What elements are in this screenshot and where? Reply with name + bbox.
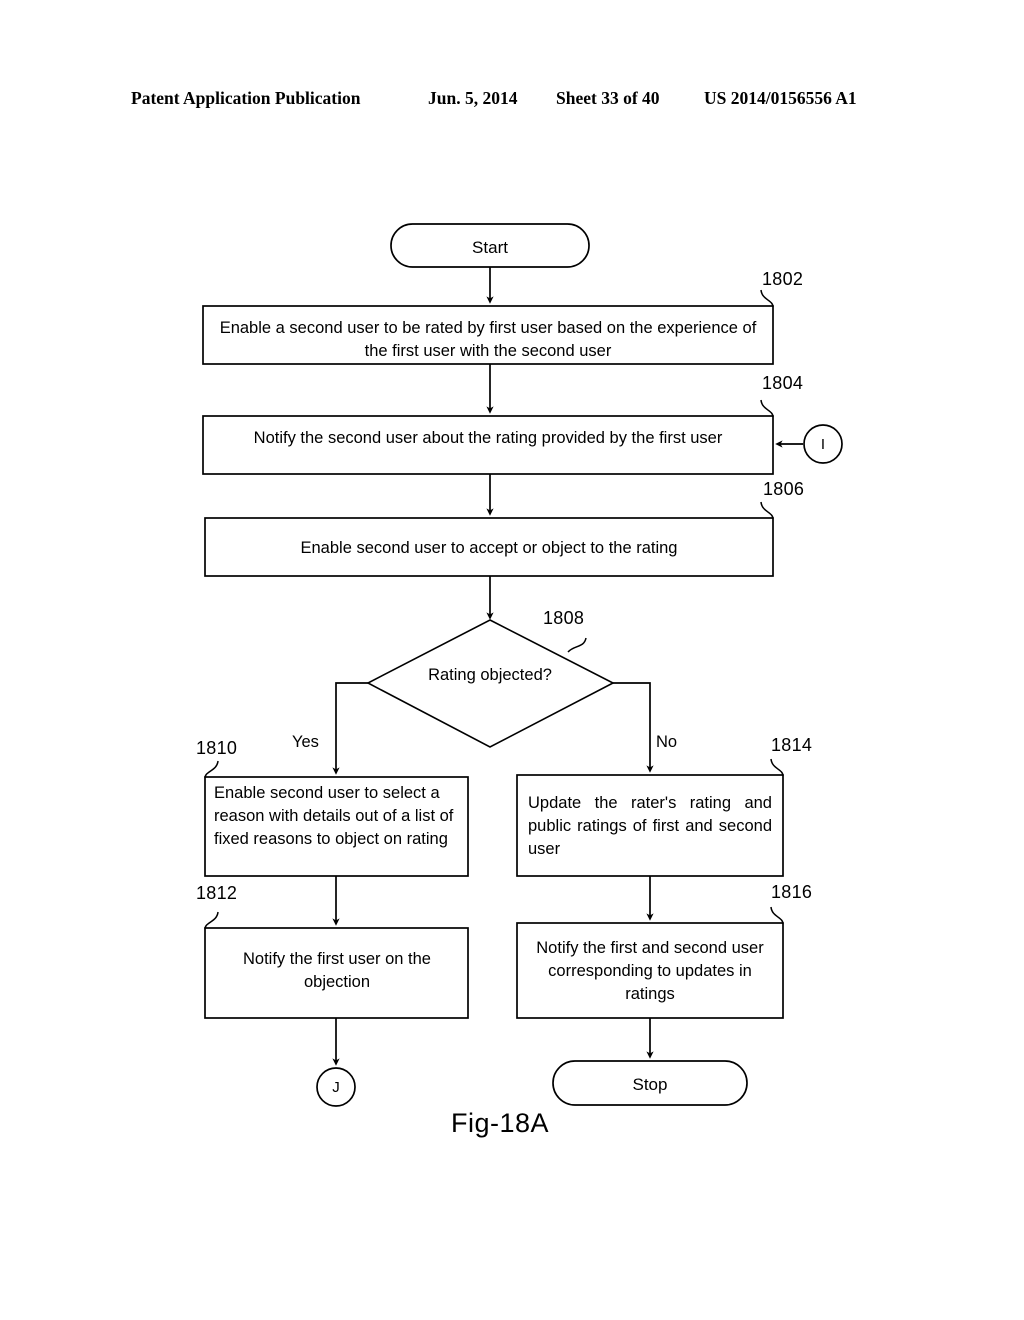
node-1808-text: Rating objected? [428, 666, 552, 684]
ref-label-1808: 1808 [543, 608, 585, 628]
leader-1802 [760, 289, 774, 308]
leader-1810 [204, 760, 219, 779]
leader-1804 [760, 399, 774, 418]
figure-caption-text: Fig-18A [450, 1108, 550, 1138]
node-1804-text: Notify the second user about the rating … [253, 429, 723, 447]
ref-label-1804: 1804 [762, 373, 804, 393]
leader-1814 [770, 758, 784, 777]
node-1812-text: Notify the first user on the objection [242, 950, 436, 991]
node-stop-label: Stop [632, 1075, 668, 1094]
ref-label-1806: 1806 [763, 479, 805, 499]
leader-1816 [770, 906, 784, 925]
edge-no-1814 [613, 682, 654, 773]
leader-1812 [204, 911, 219, 930]
node-start-label: Start [472, 238, 508, 257]
node-1806-text: Enable second user to accept or object t… [300, 539, 678, 557]
patent-figure-page: Patent Application Publication Jun. 5, 2… [0, 0, 1024, 1320]
ref-label-1810: 1810 [196, 738, 238, 758]
ref-label-1814: 1814 [771, 735, 813, 755]
node-1802-text: Enable a second user to be rated by firs… [219, 319, 761, 360]
ref-label-1812: 1812 [196, 883, 238, 903]
leader-1806 [760, 501, 774, 520]
ref-label-1816: 1816 [771, 882, 813, 902]
branch-label-no: No [656, 733, 678, 751]
leader-1808 [567, 637, 587, 653]
node-1810-text: Enable second user to select a reason wi… [214, 784, 458, 848]
node-1814-text: Update the rater's rating and public rat… [528, 794, 777, 858]
node-1816-text: Notify the first and second user corresp… [536, 939, 769, 1003]
connector-j-label: J [332, 1079, 340, 1096]
branch-label-yes: Yes [292, 733, 319, 751]
connector-i-label: I [820, 436, 826, 453]
ref-label-1802: 1802 [762, 269, 804, 289]
edge-yes-1810 [332, 682, 368, 775]
figure-caption: Fig-18A [0, 1108, 1024, 1139]
